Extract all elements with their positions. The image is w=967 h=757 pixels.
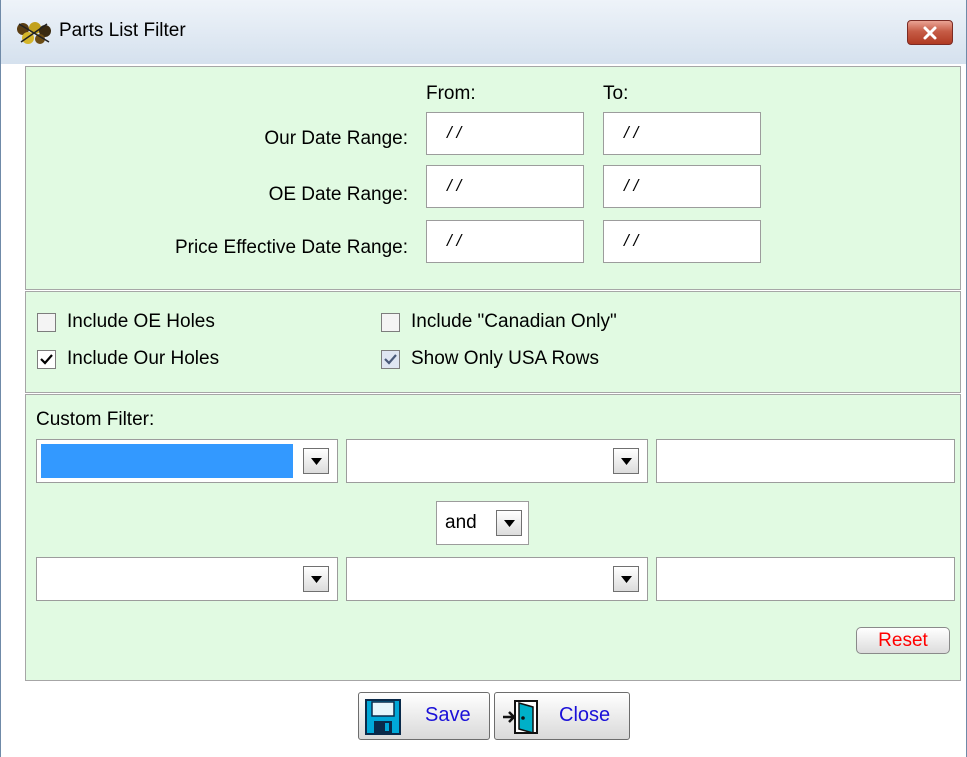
save-label: Save: [425, 704, 471, 726]
checkmark-icon: [384, 354, 397, 365]
parts-app-icon: [17, 22, 51, 44]
filter2-field-value: [41, 562, 293, 596]
filter1-operator-value: [351, 444, 603, 478]
custom-filter-panel: Custom Filter: and Reset: [25, 394, 961, 681]
filter1-operator-select[interactable]: [346, 439, 648, 483]
save-button[interactable]: Save: [358, 692, 490, 740]
oe-date-to-field[interactable]: / /: [603, 165, 761, 208]
exit-door-icon: [503, 700, 538, 734]
include-canadian-only-checkbox[interactable]: [381, 313, 400, 332]
close-window-button[interactable]: [907, 20, 953, 45]
close-label: Close: [559, 704, 611, 726]
our-date-to-field[interactable]: / /: [603, 112, 761, 155]
filter2-operator-select[interactable]: [346, 557, 648, 601]
conjunction-value: and: [445, 512, 477, 533]
include-canadian-only-label: Include "Canadian Only": [411, 311, 617, 332]
close-button[interactable]: Close: [494, 692, 630, 740]
oe-date-from-field[interactable]: / /: [426, 165, 584, 208]
filter2-value-input[interactable]: [656, 557, 955, 601]
filter1-field-select[interactable]: [36, 439, 338, 483]
our-date-from-field[interactable]: / /: [426, 112, 584, 155]
conjunction-select[interactable]: and: [436, 501, 529, 545]
reset-button[interactable]: Reset: [856, 627, 950, 654]
chevron-down-icon[interactable]: [613, 566, 639, 592]
from-header: From:: [426, 83, 476, 104]
chevron-down-icon[interactable]: [613, 448, 639, 474]
custom-filter-label: Custom Filter:: [36, 409, 155, 430]
our-date-range-label: Our Date Range:: [264, 128, 408, 149]
chevron-down-icon[interactable]: [496, 510, 522, 536]
include-our-holes-label: Include Our Holes: [67, 348, 220, 369]
show-only-usa-rows-checkbox[interactable]: [381, 350, 400, 369]
filter1-field-value: [41, 444, 293, 478]
floppy-disk-icon: [365, 699, 401, 735]
filter1-value-input[interactable]: [656, 439, 955, 483]
price-effective-date-from-field[interactable]: / /: [426, 220, 584, 263]
price-effective-date-range-label: Price Effective Date Range:: [174, 237, 408, 258]
date-range-panel: From: To: Our Date Range: / / / / OE Dat…: [25, 66, 961, 290]
include-oe-holes-label: Include OE Holes: [67, 311, 215, 332]
chevron-down-icon[interactable]: [303, 566, 329, 592]
window-title: Parts List Filter: [59, 20, 186, 41]
to-header: To:: [603, 83, 629, 104]
options-panel: Include OE Holes Include Our Holes Inclu…: [25, 291, 961, 393]
chevron-down-icon[interactable]: [303, 448, 329, 474]
close-icon: [923, 26, 937, 40]
oe-date-range-label: OE Date Range:: [268, 184, 408, 205]
checkmark-icon: [40, 354, 53, 365]
filter2-field-select[interactable]: [36, 557, 338, 601]
title-bar[interactable]: Parts List Filter: [1, 0, 966, 64]
dialog-window: Parts List Filter From: To: Our Date Ran…: [0, 0, 967, 757]
include-our-holes-checkbox[interactable]: [37, 350, 56, 369]
include-oe-holes-checkbox[interactable]: [37, 313, 56, 332]
show-only-usa-rows-label: Show Only USA Rows: [411, 348, 599, 369]
price-effective-date-to-field[interactable]: / /: [603, 220, 761, 263]
filter2-operator-value: [351, 562, 603, 596]
